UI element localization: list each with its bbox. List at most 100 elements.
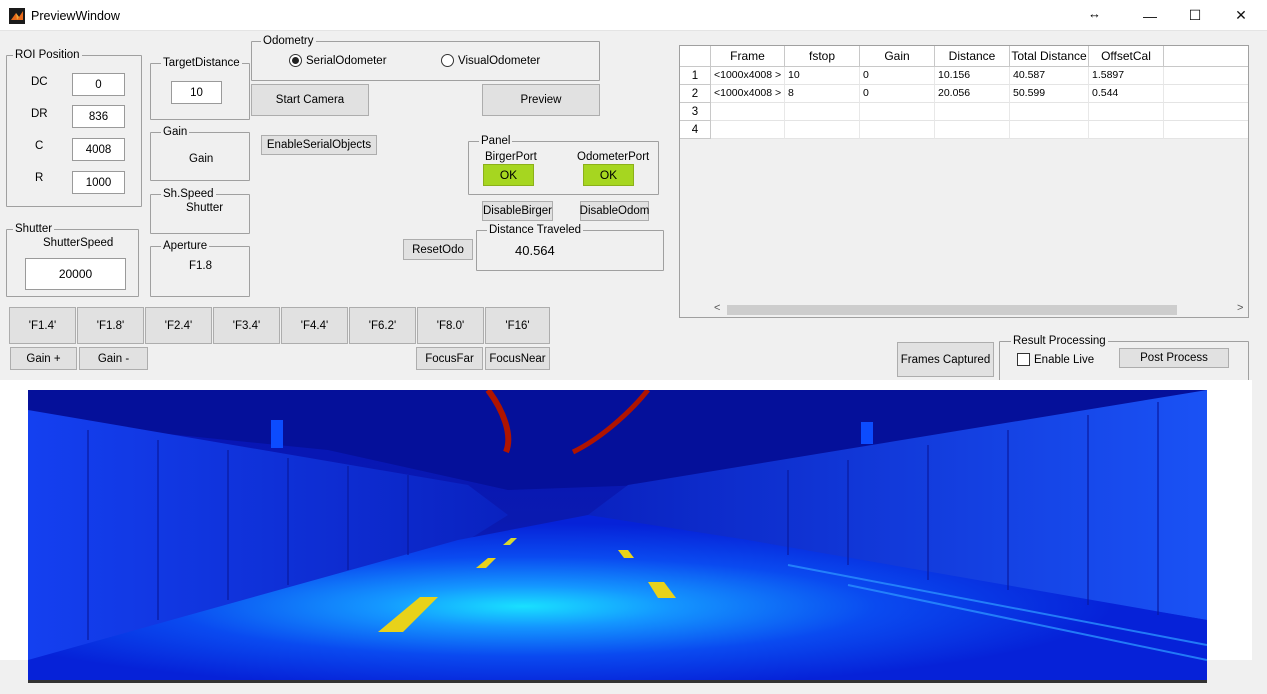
shutter-title: Shutter <box>13 222 55 236</box>
table-cell[interactable] <box>1089 103 1164 121</box>
shutter-speed-input[interactable]: 20000 <box>25 258 126 290</box>
horizontal-scrollbar[interactable]: < > <box>711 302 1248 317</box>
resize-arrow-icon: ↔ <box>1088 6 1101 21</box>
roi-position-title: ROI Position <box>13 48 82 62</box>
table-cell[interactable]: 40.587 <box>1010 67 1089 85</box>
table-cell[interactable] <box>1164 121 1248 139</box>
odometer-port-status[interactable]: OK <box>583 164 634 186</box>
serial-odometer-label: SerialOdometer <box>306 55 387 67</box>
gain-plus-button[interactable]: Gain + <box>10 347 77 370</box>
visual-odometer-label: VisualOdometer <box>458 55 541 67</box>
table-cell[interactable]: 0 <box>860 85 935 103</box>
serial-odometer-radio[interactable] <box>289 54 302 67</box>
reset-odo-button[interactable]: ResetOdo <box>403 239 473 260</box>
enable-live-label: Enable Live <box>1034 354 1095 366</box>
fstop-f8-0-button[interactable]: 'F8.0' <box>417 307 484 344</box>
fstop-f1-4-button[interactable]: 'F1.4' <box>9 307 76 344</box>
start-camera-button[interactable]: Start Camera <box>251 84 369 116</box>
table-cell[interactable]: 8 <box>785 85 860 103</box>
column-header[interactable]: Distance <box>935 46 1010 67</box>
focus-near-button[interactable]: FocusNear <box>485 347 550 370</box>
scroll-left-icon[interactable]: < <box>714 302 720 314</box>
fstop-f3-4-button[interactable]: 'F3.4' <box>213 307 280 344</box>
table-cell[interactable]: 10 <box>785 67 860 85</box>
enable-live-checkbox[interactable] <box>1017 353 1030 366</box>
panel-title: Panel <box>479 134 513 148</box>
maximize-button[interactable]: ☐ <box>1172 0 1218 31</box>
row-header[interactable]: 3 <box>680 103 711 121</box>
row-header[interactable]: 2 <box>680 85 711 103</box>
scroll-right-icon[interactable]: > <box>1237 302 1243 314</box>
r-label: R <box>35 172 44 184</box>
gain-minus-button[interactable]: Gain - <box>79 347 148 370</box>
minimize-button[interactable]: — <box>1127 0 1173 31</box>
fstop-f1-8-button[interactable]: 'F1.8' <box>77 307 144 344</box>
target-distance-input[interactable]: 10 <box>171 81 222 104</box>
shspeed-value: Shutter <box>186 202 224 214</box>
table-cell[interactable] <box>711 121 785 139</box>
dr-label: DR <box>31 108 48 120</box>
post-process-button[interactable]: Post Process <box>1119 348 1229 368</box>
table-cell[interactable] <box>860 121 935 139</box>
table-cell[interactable] <box>1010 121 1089 139</box>
table-cell[interactable] <box>1089 121 1164 139</box>
scrollbar-thumb[interactable] <box>727 305 1177 315</box>
column-header-empty <box>1164 46 1248 67</box>
table-cell[interactable]: 0 <box>860 67 935 85</box>
row-header[interactable]: 1 <box>680 67 711 85</box>
visual-odometer-radio[interactable] <box>441 54 454 67</box>
x-axis-line <box>28 680 1207 683</box>
table-cell[interactable] <box>785 103 860 121</box>
table-cell[interactable] <box>785 121 860 139</box>
table-cell[interactable] <box>1164 103 1248 121</box>
target-distance-title: TargetDistance <box>161 56 242 70</box>
r-input[interactable]: 1000 <box>72 171 125 194</box>
table-cell[interactable] <box>935 121 1010 139</box>
column-header[interactable]: Gain <box>860 46 935 67</box>
c-input[interactable]: 4008 <box>72 138 125 161</box>
disable-birger-button[interactable]: DisableBirger <box>482 201 553 221</box>
table-cell[interactable] <box>1010 103 1089 121</box>
fstop-f6-2-button[interactable]: 'F6.2' <box>349 307 416 344</box>
dr-input[interactable]: 836 <box>72 105 125 128</box>
birger-port-label: BirgerPort <box>485 151 537 163</box>
fstop-f4-4-button[interactable]: 'F4.4' <box>281 307 348 344</box>
column-header[interactable]: fstop <box>785 46 860 67</box>
table-cell[interactable] <box>860 103 935 121</box>
focus-far-button[interactable]: FocusFar <box>416 347 483 370</box>
table-cell[interactable]: 10.156 <box>935 67 1010 85</box>
birger-port-status[interactable]: OK <box>483 164 534 186</box>
column-header[interactable]: Total Distance <box>1010 46 1089 67</box>
odometry-title: Odometry <box>261 34 316 48</box>
fstop-f16-button[interactable]: 'F16' <box>485 307 550 344</box>
table-cell[interactable] <box>935 103 1010 121</box>
window-title: PreviewWindow <box>31 9 120 23</box>
odometry-group: Odometry <box>251 34 600 81</box>
table-cell[interactable]: 50.599 <box>1010 85 1089 103</box>
disable-odom-button[interactable]: DisableOdom <box>580 201 649 221</box>
maximize-icon: ☐ <box>1188 7 1202 23</box>
dc-input[interactable]: 0 <box>72 73 125 96</box>
fstop-f2-4-button[interactable]: 'F2.4' <box>145 307 212 344</box>
column-header[interactable]: OffsetCal <box>1089 46 1164 67</box>
frames-captured-button[interactable]: Frames Captured <box>897 342 994 377</box>
aperture-value: F1.8 <box>189 260 213 272</box>
enable-serial-objects-button[interactable]: EnableSerialObjects <box>261 135 377 155</box>
table-cell[interactable] <box>1164 67 1248 85</box>
preview-button[interactable]: Preview <box>482 84 600 116</box>
title-bar: PreviewWindow ↔ — ☐ ✕ <box>0 0 1267 31</box>
table-cell[interactable]: 0.544 <box>1089 85 1164 103</box>
dc-label: DC <box>31 76 48 88</box>
table-cell[interactable]: <1000x4008 > <box>711 67 785 85</box>
results-table[interactable]: Frame fstop Gain Distance Total Distance… <box>679 45 1249 318</box>
table-cell[interactable] <box>1164 85 1248 103</box>
close-icon: ✕ <box>1235 7 1247 23</box>
close-button[interactable]: ✕ <box>1218 0 1264 31</box>
table-cell[interactable]: 1.5897 <box>1089 67 1164 85</box>
table-cell[interactable]: <1000x4008 > <box>711 85 785 103</box>
column-header[interactable]: Frame <box>711 46 785 67</box>
table-cell[interactable] <box>711 103 785 121</box>
row-header[interactable]: 4 <box>680 121 711 139</box>
gain-value: Gain <box>189 153 214 165</box>
table-cell[interactable]: 20.056 <box>935 85 1010 103</box>
